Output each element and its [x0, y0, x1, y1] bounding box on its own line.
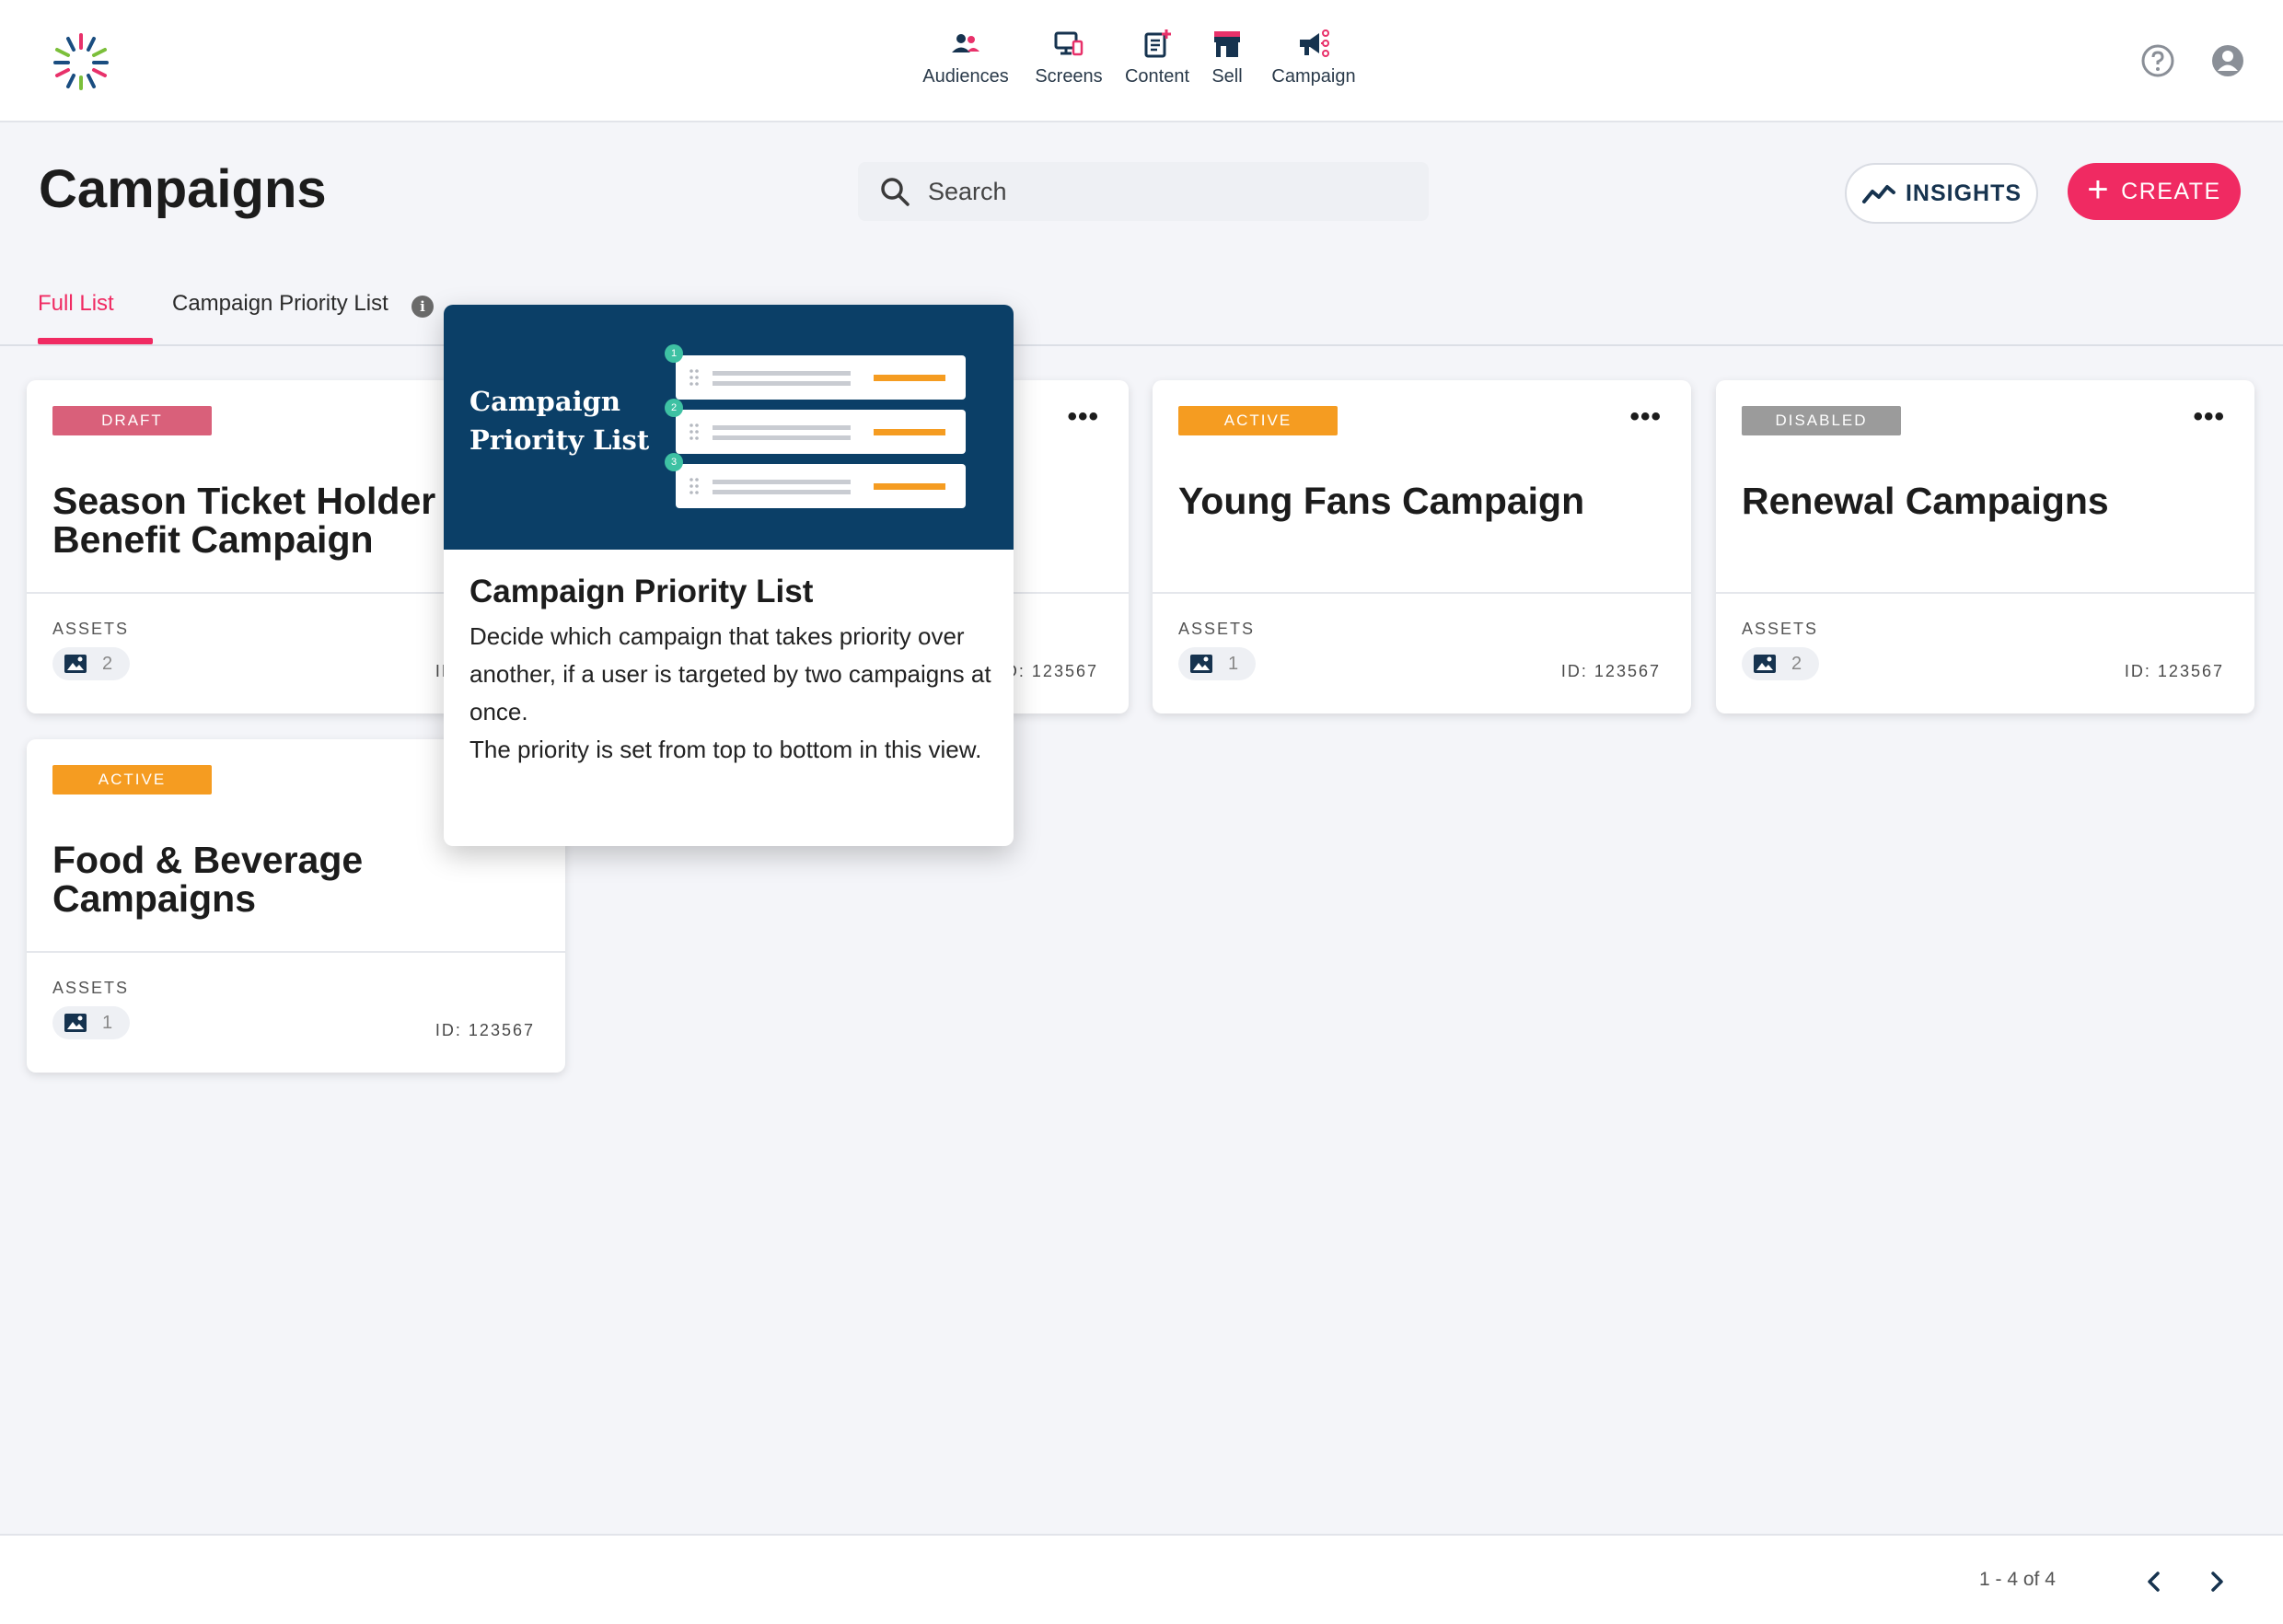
assets-label: ASSETS [52, 979, 130, 997]
priority-row: 1 [665, 344, 966, 400]
chevron-right-icon[interactable] [2202, 1567, 2231, 1596]
more-options-icon[interactable]: ••• [1067, 403, 1099, 431]
drag-handle-icon [690, 478, 699, 494]
priority-list-popover: Campaign Priority List 1 2 3 Campaign Pr… [444, 305, 1014, 846]
image-icon [64, 1014, 87, 1032]
list-tabs: Full List Campaign Priority List i [0, 276, 2283, 346]
asset-count: 1 [1228, 653, 1239, 674]
search-input[interactable] [928, 177, 1370, 206]
asset-count-pill: 2 [52, 647, 130, 680]
popover-body: Decide which campaign that takes priorit… [469, 618, 994, 769]
plus-icon: + [2087, 169, 2111, 210]
account-icon[interactable] [2209, 42, 2246, 79]
asset-count-pill: 1 [1178, 647, 1256, 680]
top-navigation-bar: Audiences Screens Content Sell Campaign [0, 0, 2283, 122]
screens-icon [1054, 31, 1084, 56]
card-divider [27, 951, 565, 953]
audiences-icon [952, 34, 979, 52]
card-id: ID: 123567 [2124, 662, 2224, 680]
card-title: Renewal Campaigns [1742, 480, 2109, 522]
create-button[interactable]: + CREATE [2068, 163, 2241, 220]
chevron-left-icon[interactable] [2139, 1567, 2169, 1596]
nav-audiences[interactable]: Audiences [907, 28, 1025, 87]
nav-campaign[interactable]: Campaign [1253, 28, 1374, 87]
status-badge: ACTIVE [52, 765, 212, 795]
status-badge: DISABLED [1742, 406, 1901, 435]
image-icon [1754, 655, 1776, 673]
assets-label: ASSETS [1178, 620, 1256, 638]
nav-label: Sell [1211, 66, 1243, 87]
campaign-card[interactable]: ACTIVE ••• Young Fans Campaign ASSETS 1 … [1153, 380, 1691, 713]
nav-label: Campaign [1271, 66, 1356, 87]
asset-count-pill: 2 [1742, 647, 1819, 680]
trend-icon [1861, 185, 1895, 203]
page-title: Campaigns [39, 159, 327, 219]
nav-sell[interactable]: Sell [1201, 28, 1253, 87]
insights-label: INSIGHTS [1905, 180, 2022, 206]
campaign-card[interactable]: DISABLED ••• Renewal Campaigns ASSETS 2 … [1716, 380, 2254, 713]
pagination-count: 1 - 4 of 4 [1979, 1569, 2056, 1590]
active-tab-indicator [38, 338, 153, 344]
drag-handle-icon [690, 369, 699, 386]
help-icon[interactable] [2139, 42, 2176, 79]
nav-screens[interactable]: Screens [1025, 28, 1113, 87]
popover-illustration: Campaign Priority List 1 2 3 [444, 305, 1014, 550]
search-icon [881, 178, 910, 206]
card-id: ID: 123567 [998, 662, 1098, 680]
popover-banner-title: Campaign Priority List [469, 386, 650, 456]
sell-icon [1214, 31, 1240, 57]
status-badge: DRAFT [52, 406, 212, 435]
nav-label: Screens [1035, 66, 1103, 87]
nav-label: Content [1124, 66, 1190, 87]
card-title: Food & Beverage Campaigns [52, 839, 364, 920]
campaign-icon [1300, 29, 1329, 57]
nav-content[interactable]: Content [1113, 28, 1201, 87]
more-options-icon[interactable]: ••• [2193, 403, 2225, 431]
priority-number: 1 [665, 344, 683, 363]
assets-label: ASSETS [1742, 620, 1819, 638]
assets-label: ASSETS [52, 620, 130, 638]
popover-body-text: Decide which campaign that takes priorit… [469, 622, 991, 725]
priority-number: 3 [665, 453, 683, 471]
pagination-footer: 1 - 4 of 4 [0, 1534, 2283, 1624]
popover-heading: Campaign Priority List [469, 574, 814, 609]
asset-count: 2 [1791, 653, 1802, 674]
priority-row: 3 [665, 453, 966, 508]
brand-logo[interactable] [52, 31, 110, 90]
status-badge: ACTIVE [1178, 406, 1338, 435]
popover-body-text: The priority is set from top to bottom i… [469, 736, 982, 763]
drag-handle-icon [690, 423, 699, 440]
card-id: ID: 123567 [435, 1021, 535, 1039]
card-divider [1153, 592, 1691, 594]
more-options-icon[interactable]: ••• [1629, 403, 1662, 431]
asset-count-pill: 1 [52, 1006, 130, 1039]
card-id: ID: 123567 [1560, 662, 1661, 680]
priority-number: 2 [665, 399, 683, 417]
create-label: CREATE [2121, 178, 2221, 204]
priority-row: 2 [665, 399, 966, 454]
card-title: Young Fans Campaign [1178, 480, 1585, 522]
card-divider [1716, 592, 2254, 594]
insights-button[interactable]: INSIGHTS [1845, 163, 2038, 224]
tab-campaign-priority-list[interactable]: Campaign Priority List [172, 291, 388, 317]
top-right-icons [2139, 42, 2246, 79]
tab-full-list[interactable]: Full List [38, 291, 114, 317]
main-nav: Audiences Screens Content Sell Campaign [907, 28, 1374, 87]
search-box[interactable] [858, 162, 1429, 221]
info-icon[interactable]: i [411, 296, 434, 318]
content-icon [1144, 29, 1171, 58]
image-icon [1190, 655, 1212, 673]
asset-count: 2 [102, 653, 113, 674]
asset-count: 1 [102, 1012, 113, 1033]
image-icon [64, 655, 87, 673]
nav-label: Audiences [922, 66, 1009, 87]
